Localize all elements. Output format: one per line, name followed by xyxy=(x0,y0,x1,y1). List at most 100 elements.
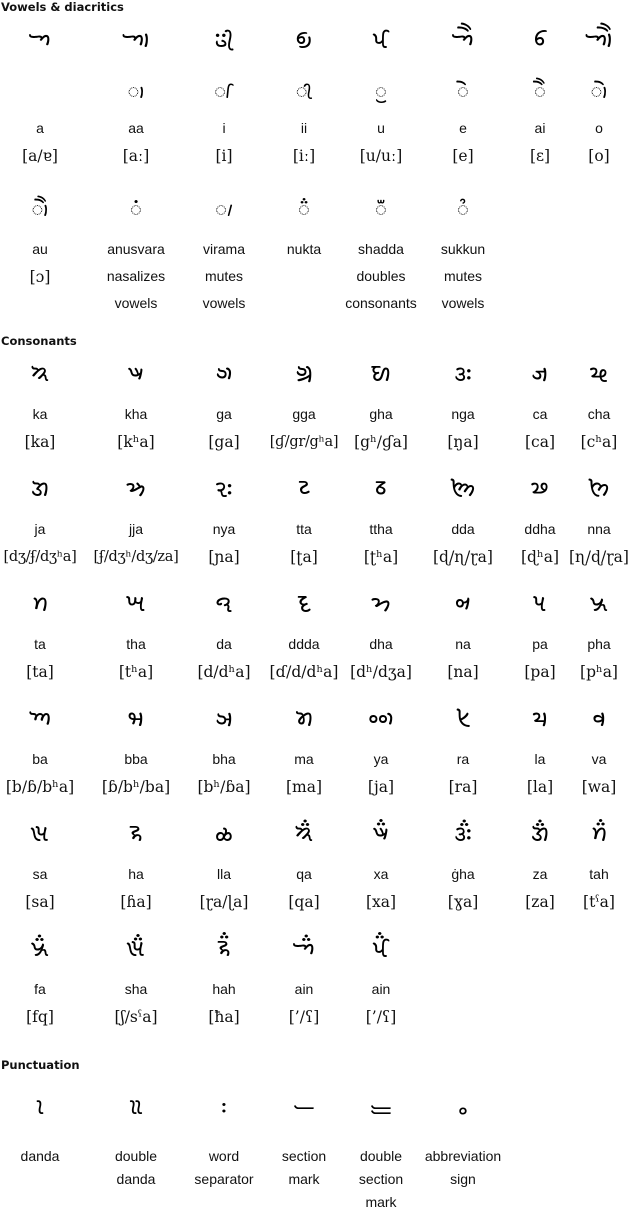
diacritic-sign: ◌𑈳 xyxy=(31,197,49,221)
consonant-letter: 𑈢 xyxy=(128,704,144,732)
consonant-ipa: [ɓ/bʰ/ba] xyxy=(101,778,171,796)
punctuation-entry: 𑈸 danda xyxy=(0,1088,85,1168)
consonant-ipa: [tˤa] xyxy=(583,893,615,911)
consonant-ipa: [bʰ/ɓa] xyxy=(197,778,251,796)
punctuation-glyph: 𑈺 xyxy=(221,1095,227,1120)
consonant-letter: 𑈙 xyxy=(31,589,49,617)
consonant-ipa: [ɽa/ɭa] xyxy=(199,893,249,911)
consonant-entry: 𑈕 ttha [ʈʰa] xyxy=(336,473,426,572)
vowel-entry: 𑈇 ◌𑈲 o [o] xyxy=(554,24,628,171)
consonant-entry: 𑈢 bba [ɓ/bʰ/ba] xyxy=(91,703,181,802)
consonant-entry: 𑈉 kha [kʰa] xyxy=(91,358,181,457)
vowel-name: u xyxy=(377,120,385,136)
vowel-sign xyxy=(0,76,85,106)
consonant-entry: 𑈛 da [d/dʰa] xyxy=(179,588,269,687)
consonant-letter: 𑈪 xyxy=(129,819,143,847)
consonant-entry: 𑈠𑈶 fa [fq] xyxy=(0,933,85,1032)
diacritic-label: au xyxy=(32,241,48,257)
consonant-ipa: [’/ʕ] xyxy=(365,1008,397,1026)
punctuation-label: double xyxy=(359,1148,403,1164)
punctuation-label: separator xyxy=(194,1171,254,1187)
vowel-name: aa xyxy=(128,120,144,136)
consonant-entry: 𑈚 tha [tʰa] xyxy=(91,588,181,687)
punctuation-entry: 𑈹 double danda xyxy=(91,1088,181,1191)
consonant-ipa: [gʰ/ɠa] xyxy=(354,433,408,451)
punctuation-label: section xyxy=(358,1171,404,1187)
consonant-ipa: [pʰa] xyxy=(580,663,618,681)
punctuation-label: danda xyxy=(116,1171,156,1187)
consonant-ipa: [ɳ/ɖ/ɽa] xyxy=(569,548,628,566)
consonant-name: xa xyxy=(373,866,389,882)
consonant-name: tah xyxy=(589,866,609,882)
consonant-ipa: [ka] xyxy=(24,433,56,451)
consonant-letter: 𑈄𑈶 xyxy=(372,934,390,962)
consonant-letter: 𑈊 xyxy=(215,359,233,387)
diacritic-entry: ◌𑈴 anusvara nasalizes vowels xyxy=(91,194,181,317)
consonant-name: nna xyxy=(587,521,611,537)
consonant-name: ka xyxy=(32,406,48,422)
vowel-ipa: [i] xyxy=(215,147,233,165)
consonant-ipa: [ʈʰa] xyxy=(363,548,399,566)
vowel-letter: 𑈂 xyxy=(214,25,234,53)
consonant-letter: 𑈙𑈶 xyxy=(590,819,608,847)
diacritic-label: vowels xyxy=(441,295,485,311)
diacritic-label: nasalizes xyxy=(106,268,166,284)
diacritic-entry: ◌𑈵 virama mutes vowels xyxy=(179,194,269,317)
consonant-entry: 𑈘 nna [ɳ/ɖ/ɽa] xyxy=(554,473,628,572)
consonant-name: ta xyxy=(34,636,46,652)
diacritic-sign: ◌𑈷 xyxy=(375,197,387,221)
diacritic-sign: ◌𑈵 xyxy=(215,197,233,221)
punctuation-label: mark xyxy=(365,1194,397,1210)
diacritic-entry: ◌𑈷 shadda doubles consonants xyxy=(336,194,426,317)
consonant-name: bba xyxy=(124,751,148,767)
consonant-letter: 𑈏 xyxy=(589,359,609,387)
punctuation-label: danda xyxy=(20,1148,60,1164)
consonant-name: tha xyxy=(126,636,146,652)
consonant-entry: 𑈡 ba [b/ɓ/bʰa] xyxy=(0,703,85,802)
diacritic-label: consonants xyxy=(345,295,417,311)
consonant-letter: 𑈛 xyxy=(215,589,233,617)
punctuation-glyph: 𑈼 xyxy=(370,1095,392,1120)
consonant-ipa: [cʰa] xyxy=(580,433,618,451)
consonant-entry: 𑈙𑈶 tah [tˤa] xyxy=(554,818,628,917)
consonant-ipa: [kʰa] xyxy=(117,433,155,451)
punctuation-glyph: 𑈹 xyxy=(129,1095,143,1120)
consonant-ipa: [ga] xyxy=(208,433,240,451)
consonant-ipa: [sa] xyxy=(25,893,55,911)
diacritic-label: vowels xyxy=(202,295,246,311)
consonant-name: pha xyxy=(587,636,611,652)
consonant-name: ttha xyxy=(369,521,393,537)
consonant-letter: 𑈓 xyxy=(215,474,233,502)
punctuation-glyph: 𑈽 xyxy=(458,1095,468,1120)
consonant-entry: 𑈩𑈶 sha [ʃ/sˤa] xyxy=(91,933,181,1032)
consonant-entry: 𑈉𑈶 xa [xa] xyxy=(336,818,426,917)
diacritic-label: doubles xyxy=(356,268,406,284)
consonant-ipa: [ɦa] xyxy=(120,893,152,911)
diacritic-label: shadda xyxy=(358,241,404,257)
consonant-name: da xyxy=(216,636,232,652)
consonant-ipa: [xa] xyxy=(365,893,397,911)
diacritic-entry: ◌𑈳 au [ɔ] xyxy=(0,194,85,292)
diacritic-label: anusvara xyxy=(107,241,165,257)
consonant-ipa: [b/ɓ/bʰa] xyxy=(5,778,75,796)
consonant-ipa: [dʒ/ʄ/dʒʰa] xyxy=(3,549,77,565)
vowel-letter: 𑈀 xyxy=(28,25,52,53)
punctuation-label: sign xyxy=(450,1171,476,1187)
consonant-name: lla xyxy=(216,866,231,882)
consonant-letter: 𑈨 xyxy=(592,704,606,732)
vowel-ipa: [u/uː] xyxy=(359,147,403,165)
punctuation-entry: 𑈽 abbreviation sign xyxy=(418,1088,508,1191)
vowel-name: o xyxy=(595,120,603,136)
vowel-letter: 𑈁 xyxy=(122,25,150,53)
consonant-name: kha xyxy=(124,406,148,422)
consonant-letter: 𑈌 xyxy=(371,359,391,387)
diacritic-label: [ɔ] xyxy=(29,268,51,286)
consonant-letter: 𑈐 xyxy=(30,474,50,502)
consonant-letter: 𑈘 xyxy=(588,474,610,502)
consonant-letter: 𑈣 xyxy=(215,704,233,732)
consonant-name: cha xyxy=(587,406,611,422)
consonant-letter: 𑈉 xyxy=(127,359,145,387)
consonant-entry: 𑈩 sa [sa] xyxy=(0,818,85,917)
consonant-entry: 𑈓 nya [ɲa] xyxy=(179,473,269,572)
consonant-entry: 𑈫 lla [ɽa/ɭa] xyxy=(179,818,269,917)
